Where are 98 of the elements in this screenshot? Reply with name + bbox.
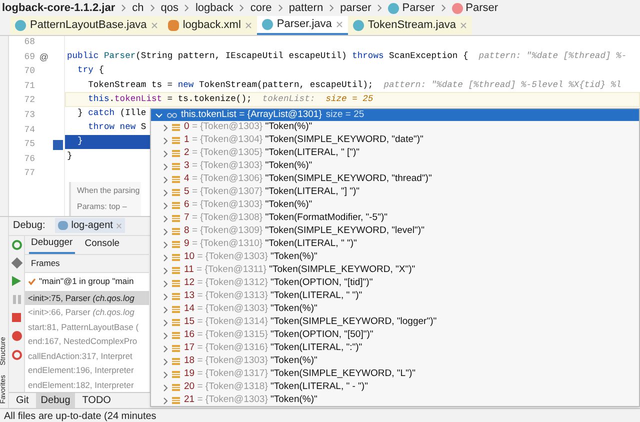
- tool-window-tab[interactable]: Git: [11, 393, 34, 408]
- debugger-tab[interactable]: Debugger: [29, 236, 75, 254]
- breadcrumb-item[interactable]: Parser: [466, 0, 498, 16]
- breadcrumb-item[interactable]: core: [250, 0, 272, 16]
- close-icon[interactable]: [150, 22, 158, 29]
- tool-window-tab[interactable]: TODO: [77, 393, 116, 408]
- editor-tab[interactable]: TokenStream.java: [348, 16, 472, 34]
- popup-header[interactable]: this.tokenList = {ArrayList@1301} size = 25: [151, 109, 639, 121]
- annotation-marker: @: [39, 50, 49, 64]
- stack-frame[interactable]: end:167, NestedComplexPro: [25, 334, 149, 348]
- stack-frame[interactable]: callEndAction:317, Interpret: [25, 348, 149, 363]
- breadcrumb-item[interactable]: qos: [160, 0, 178, 16]
- stack-frame[interactable]: <init>:75, Parser (ch.qos.log: [25, 290, 149, 305]
- execution-point-icon: [53, 140, 63, 150]
- code-line: } catch (Ille: [76, 107, 146, 120]
- line-number: 71: [23, 80, 35, 93]
- line-number: 77: [23, 167, 35, 180]
- tree-item[interactable]: 4 = {Token@1306} "Token(SIMPLE_KEYWORD, "thread")": [184, 172, 432, 187]
- tree-item[interactable]: 12 = {Token@1312} "Token(OPTION, "[tid]")": [184, 276, 373, 291]
- tree-item[interactable]: 20 = {Token@1318} "Token(LITERAL, " - ")": [184, 380, 368, 395]
- variable-size: size = 25: [326, 108, 364, 122]
- chevron-right-icon: [239, 4, 244, 12]
- tree-item[interactable]: 13 = {Token@1313} "Token(LITERAL, " ")": [184, 289, 362, 304]
- class-icon: [352, 20, 364, 31]
- run-config-icon: [58, 221, 68, 230]
- collapse-icon[interactable]: [155, 112, 163, 118]
- chevron-right-icon: [278, 4, 283, 12]
- chevron-right-icon: [150, 4, 155, 12]
- breadcrumb-item[interactable]: logback-core-1.1.2.jar: [2, 0, 116, 16]
- chevron-right-icon: [440, 4, 446, 12]
- breadcrumb-item[interactable]: logback: [195, 0, 234, 16]
- tree-item[interactable]: 3 = {Token@1303} "Token(%)": [184, 159, 312, 174]
- close-icon[interactable]: [460, 22, 467, 29]
- line-number: 70: [23, 65, 35, 78]
- stack-frame[interactable]: endElement:196, Interpreter: [25, 363, 149, 378]
- xml-file-icon: [168, 20, 179, 31]
- code-line: this.tokenList = ts.tokenize(); tokenList: size = 25: [87, 92, 374, 106]
- breadcrumb-item[interactable]: pattern: [288, 0, 324, 16]
- line-number: 73: [23, 109, 35, 122]
- tree-item[interactable]: 2 = {Token@1305} "Token(LITERAL, " [")": [184, 146, 360, 161]
- session-tab[interactable]: log-agent: [55, 218, 125, 233]
- editor-tab[interactable]: Parser.java: [256, 16, 348, 34]
- code-line: try {: [76, 64, 104, 78]
- tree-item[interactable]: 10 = {Token@1303} "Token(%)": [184, 250, 318, 265]
- close-icon[interactable]: [244, 22, 252, 29]
- tree-item[interactable]: 8 = {Token@1309} "Token(SIMPLE_KEYWORD, "level")": [184, 224, 424, 239]
- tree-item[interactable]: 5 = {Token@1307} "Token(LITERAL, "] ")": [184, 185, 360, 200]
- breadcrumb-item[interactable]: parser: [340, 0, 372, 16]
- line-number: 68: [23, 36, 35, 50]
- code-line: throw new S: [87, 121, 146, 134]
- line-number: 74: [23, 124, 35, 137]
- tool-window-tab[interactable]: Debug: [36, 393, 76, 408]
- line-number: 76: [23, 152, 35, 166]
- breakpoints-icon[interactable]: [12, 330, 22, 340]
- chevron-right-icon: [121, 4, 126, 12]
- watch-icon: [167, 112, 177, 118]
- doc-text: Params: top –: [77, 200, 128, 213]
- tree-item[interactable]: 6 = {Token@1303} "Token(%)": [184, 198, 312, 213]
- tree-item[interactable]: 19 = {Token@1317} "Token(SIMPLE_KEYWORD, "L")": [184, 367, 416, 382]
- class-icon: [262, 18, 273, 30]
- stack-frame[interactable]: <init>:66, Parser (ch.qos.log: [25, 305, 149, 320]
- class-icon: [15, 20, 26, 31]
- class-icon: [388, 2, 400, 14]
- tree-item[interactable]: 17 = {Token@1316} "Token(LITERAL, ":")": [184, 341, 362, 356]
- editor-tab[interactable]: logback.xml: [162, 16, 257, 34]
- tree-item[interactable]: 1 = {Token@1304} "Token(SIMPLE_KEYWORD, "date")": [184, 133, 424, 148]
- breadcrumb-item[interactable]: Parser: [402, 0, 435, 16]
- tree-item[interactable]: 14 = {Token@1303} "Token(%)": [184, 302, 318, 317]
- check-icon: [28, 278, 36, 285]
- chevron-right-icon: [377, 4, 382, 12]
- code-line: public Parser(String pattern, IEscapeUtil escapeUtil) throws ScanException { pattern: "%date [%thread] %-: [67, 50, 627, 64]
- stop-icon[interactable]: [12, 312, 21, 322]
- tree-item[interactable]: 18 = {Token@1303} "Token(%)": [184, 354, 318, 369]
- code-line: TokenStream ts = new TokenStream(pattern, escapeUtil); pattern: "%date [%thread] %-5level %X{tid} %l: [87, 78, 622, 92]
- doc-text: When the parsing: [77, 184, 140, 197]
- chevron-right-icon: [184, 4, 190, 12]
- tree-item[interactable]: 9 = {Token@1310} "Token(LITERAL, " ")": [184, 237, 357, 252]
- stack-frame[interactable]: endElement:182, Interpreter: [25, 378, 149, 392]
- breadcrumb-item[interactable]: ch: [132, 0, 144, 16]
- method-icon: [452, 2, 463, 14]
- code-line: }: [67, 150, 72, 163]
- panel-title: Debug:: [13, 219, 46, 233]
- code-line: }: [76, 135, 83, 148]
- tree-item[interactable]: 15 = {Token@1314} "Token(SIMPLE_KEYWORD, "logger")": [184, 315, 437, 330]
- tree-item[interactable]: 7 = {Token@1308} "Token(FormatModifier, "-5")": [184, 211, 388, 226]
- tree-item[interactable]: 21 = {Token@1303} "Token(%)": [184, 393, 318, 408]
- chevron-right-icon: [329, 4, 334, 12]
- line-number: 72: [23, 94, 35, 108]
- editor-tab[interactable]: PatternLayoutBase.java: [10, 16, 163, 34]
- tree-item[interactable]: 0 = {Token@1303} "Token(%)": [184, 120, 312, 135]
- status-message: All files are up-to-date (24 minutes: [4, 410, 156, 422]
- variable-name: this.tokenList = {ArrayList@1301}: [181, 108, 322, 122]
- line-number: 69: [23, 50, 35, 64]
- line-number: 75: [23, 138, 35, 152]
- tree-item[interactable]: 16 = {Token@1315} "Token(OPTION, "[50]")": [184, 328, 374, 343]
- close-icon[interactable]: [336, 20, 343, 28]
- tree-item[interactable]: 11 = {Token@1311} "Token(SIMPLE_KEYWORD, "X")": [184, 263, 416, 278]
- debugger-tab[interactable]: Console: [82, 236, 122, 254]
